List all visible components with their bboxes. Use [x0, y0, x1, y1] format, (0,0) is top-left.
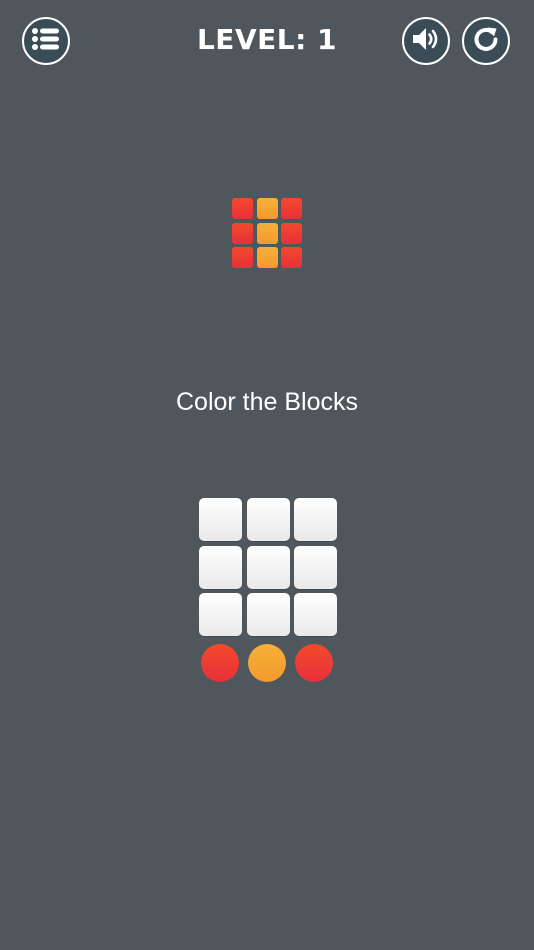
restart-icon [471, 24, 501, 58]
game-board [199, 498, 337, 636]
target-cell [256, 247, 278, 268]
board-tile[interactable] [199, 593, 242, 636]
level-title: LEVEL: 1 [196, 23, 338, 56]
target-cell [281, 247, 302, 268]
board-tile[interactable] [199, 545, 242, 589]
color-red-button[interactable] [201, 644, 239, 682]
target-pattern [232, 198, 302, 268]
sound-button[interactable] [402, 17, 450, 65]
board-tile[interactable] [246, 593, 290, 636]
target-cell [256, 222, 278, 244]
target-cell [232, 222, 253, 244]
color-red-button[interactable] [295, 644, 333, 682]
target-cell [232, 198, 253, 219]
board-tile[interactable] [199, 498, 242, 541]
board-tile[interactable] [246, 498, 290, 541]
target-cell [232, 247, 253, 268]
restart-button[interactable] [462, 17, 510, 65]
target-cell [281, 222, 302, 244]
color-orange-button[interactable] [248, 644, 286, 682]
speaker-volume-icon [410, 25, 442, 57]
board-tile[interactable] [246, 545, 290, 589]
instruction-text: Color the Blocks [175, 388, 359, 416]
target-cell [281, 198, 302, 219]
board-tile[interactable] [294, 545, 337, 589]
board-tile[interactable] [294, 593, 337, 636]
board-tile[interactable] [294, 498, 337, 541]
color-palette [201, 644, 333, 682]
target-cell [256, 198, 278, 219]
